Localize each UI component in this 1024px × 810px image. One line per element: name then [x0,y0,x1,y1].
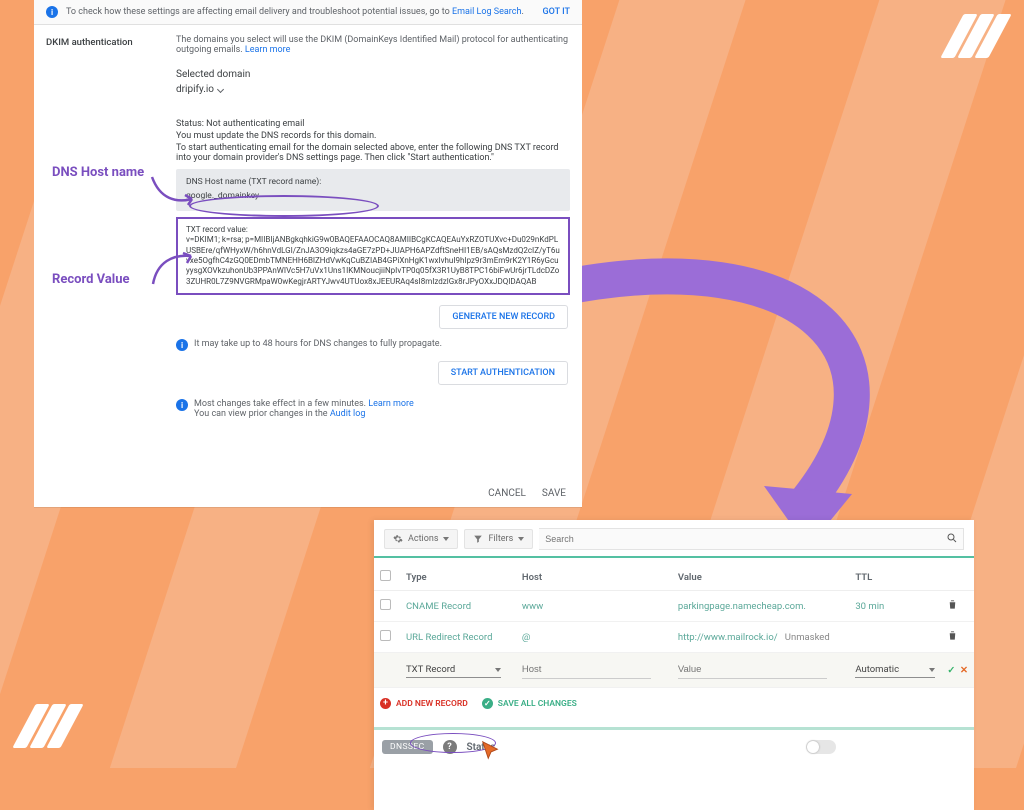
chevron-down-icon [217,86,224,93]
audit-log-link[interactable]: Audit log [330,409,366,419]
status-desc-1: You must update the DNS records for this… [176,131,570,141]
ttl-select[interactable]: Automatic [855,662,935,678]
host-input[interactable] [522,661,652,679]
add-record-button[interactable]: + ADD NEW RECORD [380,698,468,709]
section-heading: DKIM authentication [46,35,164,419]
annotation-ellipse [189,195,379,217]
info-banner: i To check how these settings are affect… [34,0,582,25]
filters-dropdown[interactable]: Filters [464,529,533,549]
dns-provider-panel: Actions Filters Type Host Value TTL [374,520,974,810]
status-line: Status: Not authenticating email [176,119,570,129]
toolbar: Actions Filters [374,520,974,558]
check-icon: ✓ [482,698,493,709]
annotation-arrow-icon [151,248,195,282]
changes-note: Most changes take effect in a few minute… [194,399,414,419]
intro-text: The domains you select will use the DKIM… [176,35,570,55]
start-auth-button[interactable]: START AUTHENTICATION [438,361,568,385]
selected-domain-dropdown[interactable]: dripify.io [176,84,223,95]
type-select[interactable]: TXT Record [406,662,501,678]
col-ttl: TTL [849,562,941,591]
search-input[interactable] [539,528,964,550]
selected-domain-label: Selected domain [176,69,570,80]
table-row: URL Redirect Record @ http://www.mailroc… [374,622,974,653]
dkim-admin-panel: i To check how these settings are affect… [34,0,582,507]
chevron-down-icon [495,668,501,672]
row-checkbox[interactable] [380,630,391,641]
delete-button[interactable] [941,622,974,653]
txt-record-box: TXT record value: v=DKIM1; k=rsa; p=MIIB… [176,217,570,295]
learn-more-link[interactable]: Learn more [368,399,414,409]
gear-icon [393,534,403,544]
annotation-arrow-icon [150,175,196,199]
propagate-note: It may take up to 48 hours for DNS chang… [194,339,442,349]
trash-icon [947,630,958,641]
confirm-button[interactable]: ✓ [947,665,955,676]
cursor-icon [480,740,502,765]
col-host: Host [516,562,672,591]
brand-logo-bottom [24,704,72,748]
cancel-button[interactable]: CANCEL [488,488,526,499]
actions-dropdown[interactable]: Actions [384,529,458,549]
status-desc-2: To start authenticating email for the do… [176,143,570,163]
info-icon: i [176,339,188,351]
funnel-icon [473,534,483,544]
cancel-button[interactable]: ✕ [960,665,968,676]
chevron-down-icon [929,668,935,672]
trash-icon [947,599,958,610]
plus-icon: + [380,698,391,709]
chevron-down-icon [518,537,524,541]
got-it-button[interactable]: GOT IT [542,7,570,17]
generate-record-button[interactable]: GENERATE NEW RECORD [439,305,568,329]
email-log-link[interactable]: Email Log Search [452,7,521,17]
brand-logo-top [952,14,1000,58]
banner-text: To check how these settings are affectin… [66,7,524,17]
annotation-value: Record Value [52,272,130,287]
select-all-checkbox[interactable] [380,570,391,581]
table-row: CNAME Record www parkingpage.namecheap.c… [374,591,974,622]
search-icon[interactable] [946,532,958,547]
editing-row: TXT Record Automatic ✓ ✕ [374,653,974,688]
learn-more-link[interactable]: Learn more [245,45,291,55]
chevron-down-icon [443,537,449,541]
dnssec-toggle[interactable] [806,740,836,754]
delete-button[interactable] [941,591,974,622]
col-type: Type [400,562,516,591]
save-all-button[interactable]: ✓ SAVE ALL CHANGES [482,698,577,709]
info-icon: i [176,399,188,411]
annotation-host: DNS Host name [52,165,144,180]
value-input[interactable] [678,661,827,679]
dns-records-table: Type Host Value TTL CNAME Record www par… [374,562,974,688]
info-icon: i [46,6,58,18]
row-checkbox[interactable] [380,599,391,610]
col-value: Value [672,562,849,591]
save-button[interactable]: SAVE [542,488,566,499]
